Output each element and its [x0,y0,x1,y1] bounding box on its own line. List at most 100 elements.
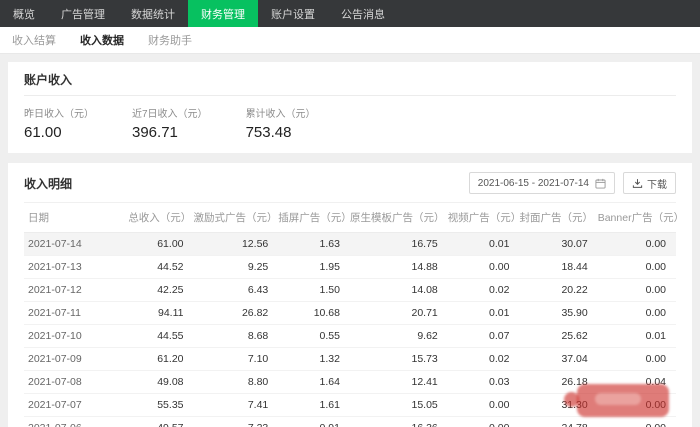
cell-value: 0.01 [448,233,520,256]
cell-value: 0.55 [278,325,350,348]
stat-value: 396.71 [132,124,208,141]
cell-value: 12.41 [350,371,448,394]
stat-label: 昨日收入（元） [24,105,94,120]
cell-value: 55.35 [128,394,193,417]
account-income-title: 账户收入 [24,71,676,96]
date-range-text: 2021-06-15 - 2021-07-14 [478,178,589,189]
cell-value: 6.43 [194,279,279,302]
cell-value: 9.62 [350,325,448,348]
cell-value: 49.08 [128,371,193,394]
cell-value: 1.50 [278,279,350,302]
cell-value: 0.00 [598,233,676,256]
cell-date: 2021-07-09 [24,348,128,371]
table-row[interactable]: 2021-07-1194.1126.8210.6820.710.0135.900… [24,302,676,325]
cell-date: 2021-07-07 [24,394,128,417]
cell-value: 15.05 [350,394,448,417]
cell-value: 1.61 [278,394,350,417]
cell-date: 2021-07-10 [24,325,128,348]
column-header-2: 激励式广告（元） [194,203,279,233]
cell-date: 2021-07-14 [24,233,128,256]
cell-value: 0.01 [598,325,676,348]
cell-value: 9.25 [194,256,279,279]
top-nav-item-5[interactable]: 公告消息 [328,0,398,27]
top-nav-item-2[interactable]: 数据统计 [118,0,188,27]
cell-value: 0.02 [448,348,520,371]
cell-value: 8.80 [194,371,279,394]
top-nav-item-1[interactable]: 广告管理 [48,0,118,27]
cell-date: 2021-07-13 [24,256,128,279]
cell-date: 2021-07-08 [24,371,128,394]
cell-value: 0.00 [448,417,520,427]
cell-value: 7.10 [194,348,279,371]
cell-value: 35.90 [519,302,597,325]
cell-value: 0.00 [598,302,676,325]
cell-value: 94.11 [128,302,193,325]
cell-value: 42.25 [128,279,193,302]
download-button[interactable]: 下载 [623,172,676,194]
account-income-card: 账户收入 昨日收入（元） 61.00 近7日收入（元） 396.71 累计收入（元） 75… [8,62,692,153]
account-income-stats: 昨日收入（元） 61.00 近7日收入（元） 396.71 累计收入（元） 753.48 [24,96,676,141]
download-icon [632,178,643,189]
top-nav-item-3[interactable]: 财务管理 [188,0,258,27]
column-header-6: 封面广告（元） [519,203,597,233]
top-nav-item-0[interactable]: 概览 [0,0,48,27]
income-detail-title: 收入明细 [24,175,72,192]
cell-value: 44.52 [128,256,193,279]
cell-value: 0.01 [448,302,520,325]
stat-value: 753.48 [246,124,316,141]
table-row[interactable]: 2021-07-1461.0012.561.6316.750.0130.070.… [24,233,676,256]
cell-date: 2021-07-11 [24,302,128,325]
cell-value: 0.91 [278,417,350,427]
cell-value: 49.57 [128,417,193,427]
stat-label: 累计收入（元） [246,105,316,120]
cell-value: 0.00 [598,348,676,371]
cell-value: 30.07 [519,233,597,256]
table-row[interactable]: 2021-07-0649.577.230.9116.360.0024.780.0… [24,417,676,427]
cell-value: 0.00 [598,256,676,279]
cell-value: 16.36 [350,417,448,427]
cell-value: 0.07 [448,325,520,348]
cell-value: 0.00 [448,394,520,417]
cell-date: 2021-07-06 [24,417,128,427]
watermark-smear [595,393,641,405]
cell-value: 0.00 [448,256,520,279]
cell-value: 20.71 [350,302,448,325]
cell-value: 25.62 [519,325,597,348]
cell-value: 20.22 [519,279,597,302]
sub-nav-tab-2[interactable]: 财务助手 [136,32,204,48]
column-header-4: 原生模板广告（元） [350,203,448,233]
cell-value: 10.68 [278,302,350,325]
cell-value: 24.78 [519,417,597,427]
column-header-7: Banner广告（元） [598,203,676,233]
sub-nav: 收入结算收入数据财务助手 [0,27,700,54]
top-nav-item-4[interactable]: 账户设置 [258,0,328,27]
cell-value: 18.44 [519,256,597,279]
sub-nav-tab-1[interactable]: 收入数据 [68,32,136,48]
cell-value: 1.64 [278,371,350,394]
income-table-head: 日期总收入（元）激励式广告（元）插屏广告（元）原生模板广告（元）视频广告（元）封… [24,203,676,233]
cell-value: 12.56 [194,233,279,256]
sub-nav-tab-0[interactable]: 收入结算 [0,32,68,48]
cell-value: 61.20 [128,348,193,371]
download-label: 下载 [647,176,667,191]
table-row[interactable]: 2021-07-1044.558.680.559.620.0725.620.01 [24,325,676,348]
table-controls: 2021-06-15 - 2021-07-14 下载 [469,172,676,194]
cell-value: 61.00 [128,233,193,256]
stat-block-2: 累计收入（元） 753.48 [246,105,316,141]
column-header-0: 日期 [24,203,128,233]
cell-value: 15.73 [350,348,448,371]
cell-value: 7.41 [194,394,279,417]
calendar-icon [595,178,606,189]
cell-value: 1.95 [278,256,350,279]
column-header-3: 插屏广告（元） [278,203,350,233]
cell-value: 1.32 [278,348,350,371]
stat-value: 61.00 [24,124,94,141]
table-row[interactable]: 2021-07-0961.207.101.3215.730.0237.040.0… [24,348,676,371]
date-range-picker[interactable]: 2021-06-15 - 2021-07-14 [469,172,615,194]
table-row[interactable]: 2021-07-1242.256.431.5014.080.0220.220.0… [24,279,676,302]
stat-block-1: 近7日收入（元） 396.71 [132,105,208,141]
cell-value: 14.08 [350,279,448,302]
income-detail-header: 收入明细 2021-06-15 - 2021-07-14 下载 [24,172,676,199]
stat-label: 近7日收入（元） [132,105,208,120]
table-row[interactable]: 2021-07-1344.529.251.9514.880.0018.440.0… [24,256,676,279]
